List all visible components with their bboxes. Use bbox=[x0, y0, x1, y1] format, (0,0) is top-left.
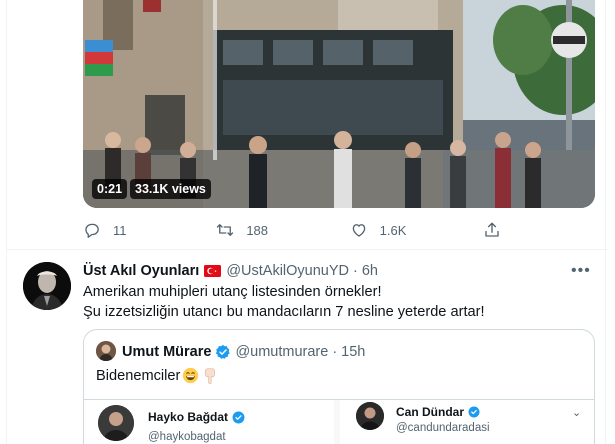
share-button[interactable] bbox=[483, 219, 513, 241]
tweet-header: Üst Akıl Oyunları @UstAkilOyunuYD · 6h bbox=[83, 261, 378, 281]
verified-icon bbox=[216, 345, 231, 359]
retweet-count: 188 bbox=[246, 222, 269, 238]
quoted-avatar-image bbox=[96, 341, 116, 361]
quoted-author-handle: @umutmurare bbox=[235, 344, 329, 360]
quoted-text: Bidenemciler bbox=[96, 367, 181, 384]
quoted-media[interactable]: Hayko Bağdat @haykobagdat Can Dündar @ca… bbox=[84, 399, 594, 444]
card-name: Can Dündar bbox=[396, 405, 484, 419]
quoted-tweet[interactable]: Umut Mürare @umutmurare · 15h Bidenemcil… bbox=[83, 329, 595, 444]
profile-card: Can Dündar @candundaradasi ⌄ bbox=[340, 400, 594, 444]
tweet-divider bbox=[7, 249, 607, 250]
card-handle: @candundaradasi bbox=[396, 422, 490, 434]
card-handle: @haykobagdat bbox=[148, 431, 226, 443]
quoted-author-name: Umut Mürare bbox=[122, 344, 212, 360]
tweet-action-bar: 11 188 1.6K bbox=[83, 219, 513, 241]
card-name-text: Hayko Bağdat bbox=[148, 410, 229, 424]
grinning-emoji-icon bbox=[183, 367, 199, 384]
reply-count: 11 bbox=[113, 222, 127, 238]
avatar-image bbox=[23, 262, 71, 310]
video-views-badge: 33.1K views bbox=[130, 179, 211, 199]
reply-icon bbox=[85, 223, 99, 238]
retweet-icon bbox=[217, 224, 234, 236]
hand-pointing-down-emoji-icon bbox=[205, 368, 216, 384]
retweet-button[interactable]: 188 bbox=[216, 219, 349, 241]
chevron-down-icon[interactable]: ⌄ bbox=[572, 406, 581, 419]
card-name: Hayko Bağdat bbox=[148, 410, 249, 424]
video-duration-badge: 0:21 bbox=[92, 179, 128, 199]
author-name[interactable]: Üst Akıl Oyunları bbox=[83, 263, 199, 279]
like-count: 1.6K bbox=[379, 222, 407, 238]
more-options-button[interactable]: ••• bbox=[571, 262, 591, 280]
quoted-tweet-header: Umut Mürare @umutmurare · 15h bbox=[122, 342, 365, 362]
video-player[interactable]: 0:21 33.1K views bbox=[83, 0, 595, 208]
card-avatar-image bbox=[98, 405, 134, 441]
verified-icon bbox=[232, 411, 245, 423]
avatar[interactable] bbox=[23, 262, 71, 310]
quoted-author-avatar bbox=[96, 341, 116, 361]
reply-button[interactable]: 11 bbox=[83, 219, 216, 241]
tweet-text-line: Amerikan muhipleri utanç listesinden örn… bbox=[83, 284, 382, 300]
profile-card: Hayko Bağdat @haykobagdat bbox=[84, 400, 334, 444]
quoted-tweet-timestamp: 15h bbox=[341, 344, 366, 360]
card-name-text: Can Dündar bbox=[396, 405, 465, 419]
like-icon bbox=[352, 224, 365, 237]
quoted-tweet-text: Bidenemciler bbox=[96, 367, 218, 384]
tweet-timestamp[interactable]: 6h bbox=[362, 263, 378, 279]
tweet-text: Amerikan muhipleri utanç listesinden örn… bbox=[83, 283, 593, 322]
card-avatar bbox=[98, 405, 134, 441]
verified-icon bbox=[468, 406, 480, 418]
author-handle[interactable]: @UstAkilOyunuYD bbox=[226, 263, 349, 279]
separator-dot: · bbox=[353, 263, 358, 279]
card-avatar-image bbox=[356, 402, 384, 430]
turkey-flag-icon bbox=[204, 265, 222, 277]
share-icon bbox=[485, 222, 499, 237]
like-button[interactable]: 1.6K bbox=[350, 219, 483, 241]
tweet-text-line: Şu izzetsizliğin utancı bu mandacıların … bbox=[83, 303, 485, 320]
timeline: 0:21 33.1K views 11 188 1.6K Üst Akıl Oy… bbox=[6, 0, 607, 444]
video-frame bbox=[83, 0, 595, 208]
card-avatar bbox=[356, 402, 384, 430]
separator-dot: · bbox=[332, 344, 338, 360]
